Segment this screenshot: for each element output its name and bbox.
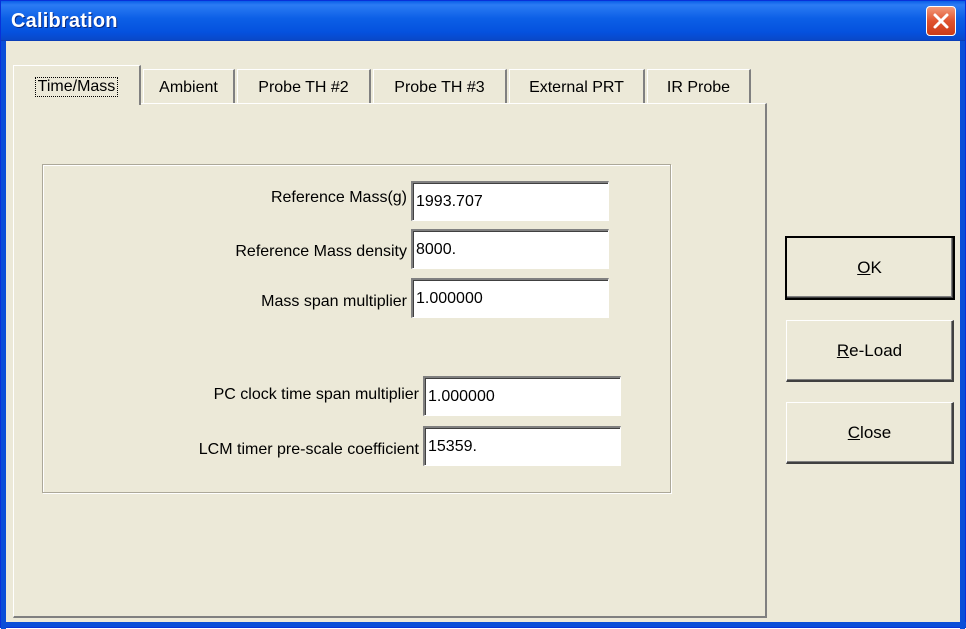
tab-external-prt[interactable]: External PRT <box>509 69 645 103</box>
tab-label: Ambient <box>159 78 218 96</box>
lcm-timer-prescale-coefficient-field[interactable] <box>423 426 621 466</box>
pc-clock-time-span-multiplier-field[interactable] <box>423 376 621 416</box>
reference-mass-density-field[interactable] <box>411 229 609 269</box>
close-button[interactable]: Close <box>786 402 954 464</box>
tab-time-mass[interactable]: Time/Mass <box>13 65 141 105</box>
reference-mass-field[interactable] <box>411 181 609 221</box>
reload-label-rest: e-Load <box>849 340 903 360</box>
tab-label: Probe TH #2 <box>258 78 349 96</box>
reload-mnemonic: R <box>836 340 850 360</box>
close-x-glyph <box>933 13 949 29</box>
window-title: Calibration <box>11 10 118 32</box>
close-mnemonic: C <box>847 422 861 442</box>
ok-button[interactable]: OK <box>785 236 955 300</box>
reference-mass-label: Reference Mass(g) <box>270 189 407 206</box>
tab-ir-probe[interactable]: IR Probe <box>647 69 751 103</box>
tab-label: External PRT <box>529 78 624 96</box>
mass-span-multiplier-label: Mass span multiplier <box>261 293 407 310</box>
tab-label: Probe TH #3 <box>394 78 485 96</box>
mass-span-multiplier-field[interactable] <box>411 278 609 318</box>
tab-probe-th-3[interactable]: Probe TH #3 <box>373 69 507 103</box>
tab-ambient[interactable]: Ambient <box>143 69 235 103</box>
pc-clock-time-span-multiplier-label: PC clock time span multiplier <box>213 386 419 403</box>
reference-mass-density-label: Reference Mass density <box>235 243 407 260</box>
ok-label-rest: K <box>870 257 882 277</box>
tab-probe-th-2[interactable]: Probe TH #2 <box>237 69 371 103</box>
calibration-dialog: Calibration Time/Mass Ambient Probe TH #… <box>0 0 966 629</box>
window-frame-right <box>960 41 965 629</box>
title-bar[interactable]: Calibration <box>1 1 965 41</box>
reload-button[interactable]: Re-Load <box>786 320 954 382</box>
lcm-timer-prescale-coefficient-label: LCM timer pre-scale coefficient <box>198 441 419 458</box>
tab-label: IR Probe <box>666 78 731 96</box>
close-label-rest: lose <box>860 422 892 442</box>
window-frame-left <box>1 41 6 629</box>
tab-label: Time/Mass <box>34 76 119 97</box>
window-frame-bottom <box>1 622 966 627</box>
close-icon[interactable] <box>926 6 956 36</box>
ok-mnemonic: O <box>857 257 871 277</box>
